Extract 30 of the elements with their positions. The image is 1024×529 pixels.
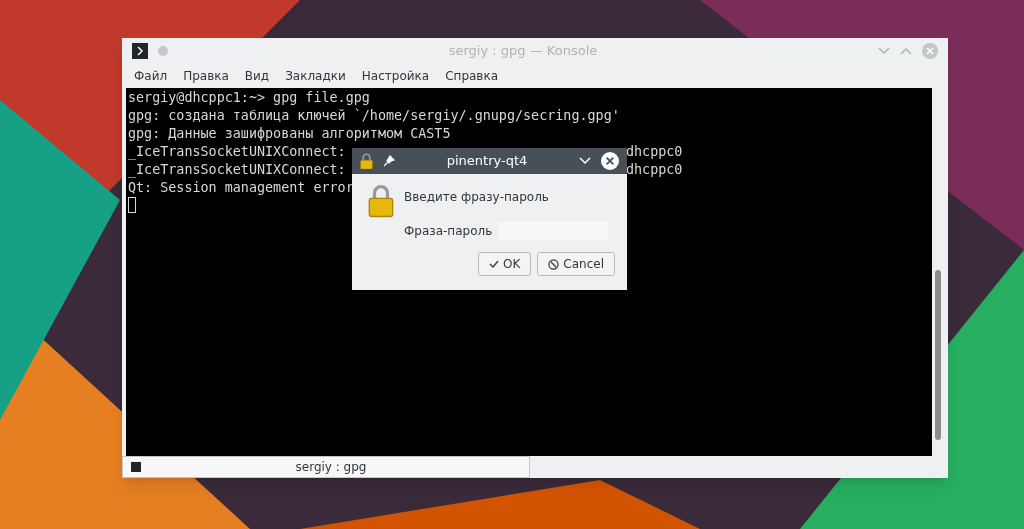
menu-item[interactable]: Закладки (285, 67, 346, 85)
terminal-line: dhcppc0 (626, 143, 683, 161)
menu-item[interactable]: Вид (244, 67, 270, 85)
terminal-line: _IceTransSocketUNIXConnect: (128, 162, 346, 177)
menu-item[interactable]: Правка (183, 67, 229, 85)
terminal-line: dhcppc0 (626, 161, 683, 179)
dialog-title: pinentry-qt4 (445, 152, 529, 171)
tab[interactable]: sergiy : gpg (122, 456, 530, 478)
terminal-line: _IceTransSocketUNIXConnect: (128, 144, 346, 159)
padlock-icon (360, 152, 373, 170)
terminal-line: sergiy@dhcppc1:~> gpg file.gpg (128, 90, 370, 105)
menu-item[interactable]: Настройка (361, 67, 430, 85)
padlock-icon (368, 184, 394, 218)
cursor (128, 197, 136, 213)
terminal-icon (131, 462, 141, 472)
terminal-icon (132, 43, 148, 59)
close-icon[interactable] (601, 152, 619, 170)
ok-button[interactable]: OK (478, 252, 532, 276)
cancel-button[interactable]: Cancel (537, 252, 615, 276)
field-label: Фраза-пароль (404, 223, 493, 240)
window-title: sergiy : gpg — Konsole (447, 42, 599, 61)
maximize-icon[interactable] (900, 47, 912, 55)
check-icon (489, 259, 499, 269)
menu-item[interactable]: Справка (445, 67, 499, 85)
terminal-line: Qt: Session management error (128, 180, 354, 195)
dialog-message: Введите фразу-пароль (404, 189, 550, 206)
terminal-line: gpg: создана таблица ключей `/home/sergiy/.gnupg/secring.gpg' (128, 108, 620, 123)
cancel-icon (548, 258, 560, 270)
terminal-line: gpg: Данные зашифрованы алгоритмом CAST5 (128, 126, 451, 141)
menu-item[interactable]: Файл (134, 67, 168, 85)
